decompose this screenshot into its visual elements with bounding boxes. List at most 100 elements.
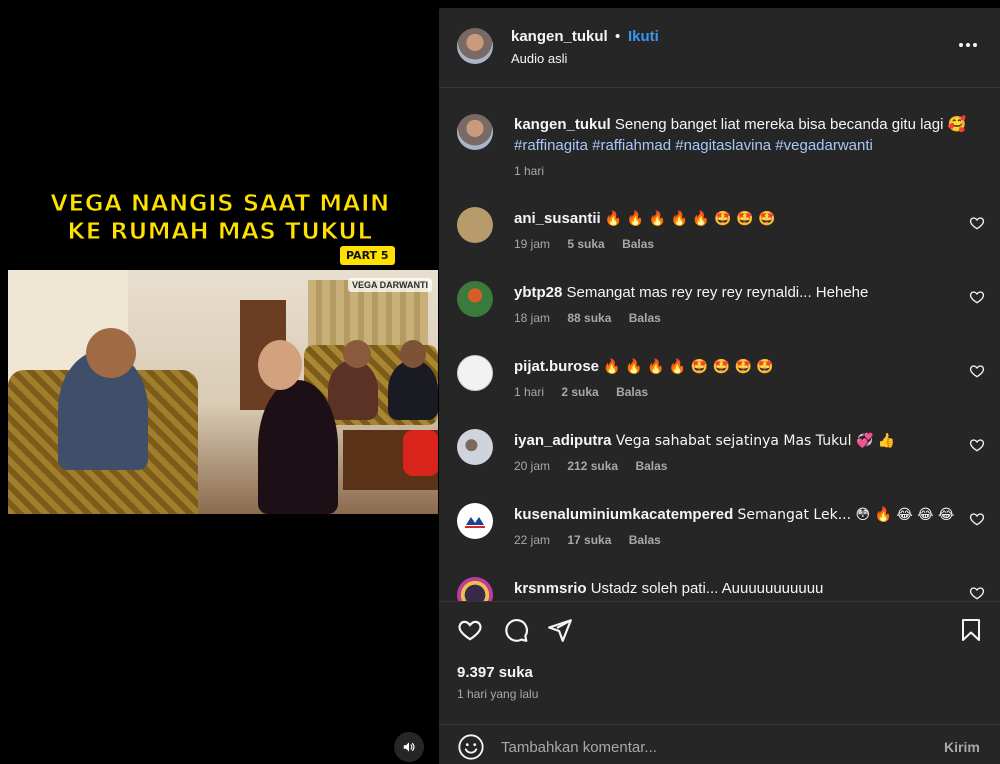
emoji-button[interactable] bbox=[457, 733, 485, 761]
comment-icon bbox=[505, 619, 528, 642]
comment-body: Vega sahabat sejatinya Mas Tukul 💞 👍 bbox=[615, 433, 896, 449]
avatar[interactable] bbox=[457, 28, 493, 64]
comment-time: 22 jam bbox=[514, 533, 551, 547]
comment-text: kusenaluminiumkacatempered Semangat Lek.… bbox=[514, 505, 954, 525]
brand-logo-icon bbox=[465, 517, 485, 528]
comment-time: 18 jam bbox=[514, 311, 551, 325]
post-header: kangen_tukul • Ikuti Audio asli bbox=[439, 8, 1000, 88]
caption-avatar[interactable] bbox=[457, 114, 493, 150]
comment-likes[interactable]: 17 suka bbox=[567, 533, 611, 547]
media-viewer[interactable]: VEGA NANGIS SAAT MAIN KE RUMAH MAS TUKUL… bbox=[0, 0, 439, 764]
comment-meta: 18 jam 88 suka Balas bbox=[514, 311, 675, 325]
comment-text: ani_susantii 🔥 🔥 🔥 🔥 🔥 🤩 🤩 🤩 bbox=[514, 209, 954, 229]
comment-item: ybtp28 Semangat mas rey rey rey reynaldi… bbox=[439, 281, 1000, 355]
comment-avatar[interactable] bbox=[457, 503, 493, 539]
comment-item: iyan_adiputra Vega sahabat sejatinya Mas… bbox=[439, 429, 1000, 503]
caption-username[interactable]: kangen_tukul bbox=[514, 116, 611, 133]
comment-username[interactable]: kusenaluminiumkacatempered bbox=[514, 506, 733, 523]
comment-likes[interactable]: 2 suka bbox=[561, 385, 598, 399]
comment-body: Semangat mas rey rey rey reynaldi... Heh… bbox=[566, 284, 869, 301]
comment-avatar[interactable] bbox=[457, 577, 493, 601]
caption-time: 1 hari bbox=[514, 164, 545, 178]
frame-person bbox=[388, 360, 438, 420]
comment-meta: 1 hari 2 suka Balas bbox=[514, 385, 662, 399]
video-watermark: VEGA DARWANTI bbox=[348, 278, 433, 292]
comment-username[interactable]: krsnmsrio bbox=[514, 580, 587, 597]
header-username[interactable]: kangen_tukul bbox=[511, 28, 608, 45]
comment-avatar[interactable] bbox=[457, 281, 493, 317]
post-time: 1 hari yang lalu bbox=[457, 687, 539, 701]
audio-toggle-button[interactable] bbox=[394, 732, 424, 762]
comment-likes[interactable]: 88 suka bbox=[567, 311, 611, 325]
send-icon bbox=[548, 619, 572, 642]
comment-body: 🔥 🔥 🔥 🔥 🤩 🤩 🤩 🤩 bbox=[603, 359, 774, 375]
more-horizontal-icon bbox=[959, 43, 977, 47]
part-badge: PART 5 bbox=[340, 246, 395, 265]
comment-time: 1 hari bbox=[514, 385, 545, 399]
frame-person-head bbox=[258, 340, 302, 390]
video-frame[interactable]: VEGA DARWANTI bbox=[8, 270, 438, 514]
follow-button[interactable]: Ikuti bbox=[628, 28, 659, 45]
add-comment-bar: Kirim bbox=[439, 724, 1000, 764]
save-button[interactable] bbox=[956, 615, 986, 645]
comment-username[interactable]: iyan_adiputra bbox=[514, 432, 612, 449]
like-button[interactable] bbox=[455, 615, 485, 645]
bookmark-icon bbox=[962, 619, 980, 641]
frame-person-head bbox=[343, 340, 371, 368]
comment-button[interactable] bbox=[501, 615, 531, 645]
frame-person bbox=[328, 360, 378, 420]
comment-avatar[interactable] bbox=[457, 429, 493, 465]
reply-button[interactable]: Balas bbox=[635, 459, 667, 473]
post-actions: 9.397 suka 1 hari yang lalu bbox=[439, 601, 1000, 741]
reply-button[interactable]: Balas bbox=[629, 311, 661, 325]
comment-text: krsnmsrio Ustadz soleh pati... Auuuuuuuu… bbox=[514, 579, 954, 599]
caption-hashtags[interactable]: #raffinagita #raffiahmad #nagitaslavina … bbox=[514, 137, 873, 154]
reply-button[interactable]: Balas bbox=[629, 533, 661, 547]
frame-person-head bbox=[400, 340, 426, 368]
video-title-line-1: VEGA NANGIS SAAT MAIN bbox=[50, 191, 390, 218]
post-caption: kangen_tukul Seneng banget liat mereka b… bbox=[514, 114, 984, 156]
audio-label[interactable]: Audio asli bbox=[511, 51, 567, 66]
comment-heart-icon[interactable] bbox=[969, 585, 985, 601]
comment-meta: 19 jam 5 suka Balas bbox=[514, 237, 668, 251]
smiley-icon bbox=[458, 734, 484, 760]
comment-username[interactable]: ani_susantii bbox=[514, 210, 601, 227]
comment-time: 19 jam bbox=[514, 237, 551, 251]
post-comment-button[interactable]: Kirim bbox=[944, 739, 980, 755]
comment-body: 🔥 🔥 🔥 🔥 🔥 🤩 🤩 🤩 bbox=[604, 211, 776, 227]
comment-likes[interactable]: 5 suka bbox=[567, 237, 604, 251]
comment-likes[interactable]: 212 suka bbox=[567, 459, 618, 473]
comment-username[interactable]: ybtp28 bbox=[514, 284, 562, 301]
comment-item: ani_susantii 🔥 🔥 🔥 🔥 🔥 🤩 🤩 🤩 19 jam 5 su… bbox=[439, 207, 1000, 281]
comment-heart-icon[interactable] bbox=[969, 511, 985, 527]
comment-username[interactable]: pijat.burose bbox=[514, 358, 599, 375]
more-options-button[interactable] bbox=[951, 32, 985, 58]
comment-text: iyan_adiputra Vega sahabat sejatinya Mas… bbox=[514, 431, 954, 451]
header-separator: • bbox=[615, 28, 621, 45]
comments-list[interactable]: kangen_tukul Seneng banget liat mereka b… bbox=[439, 89, 1000, 601]
share-button[interactable] bbox=[545, 615, 575, 645]
comment-avatar[interactable] bbox=[457, 355, 493, 391]
video-title: VEGA NANGIS SAAT MAIN KE RUMAH MAS TUKUL bbox=[10, 190, 430, 246]
reply-button[interactable]: Balas bbox=[616, 385, 648, 399]
video-title-line-2: KE RUMAH MAS TUKUL bbox=[67, 219, 373, 246]
heart-icon bbox=[458, 620, 482, 641]
speaker-icon bbox=[403, 742, 415, 752]
comment-heart-icon[interactable] bbox=[969, 363, 985, 379]
post-panel: kangen_tukul • Ikuti Audio asli kangen_t… bbox=[439, 8, 1000, 764]
reply-button[interactable]: Balas bbox=[622, 237, 654, 251]
comment-heart-icon[interactable] bbox=[969, 437, 985, 453]
comment-meta: 20 jam 212 suka Balas bbox=[514, 459, 681, 473]
frame-red-bag bbox=[403, 430, 438, 476]
frame-person bbox=[258, 380, 338, 514]
comment-body: Semangat Lek... 😳 🔥 😂 😂 😂 bbox=[737, 507, 954, 523]
comment-meta: 22 jam 17 suka Balas bbox=[514, 533, 675, 547]
comment-avatar[interactable] bbox=[457, 207, 493, 243]
comment-time: 20 jam bbox=[514, 459, 551, 473]
comment-input[interactable] bbox=[501, 734, 921, 760]
likes-count[interactable]: 9.397 suka bbox=[457, 664, 533, 681]
comment-item: pijat.burose 🔥 🔥 🔥 🔥 🤩 🤩 🤩 🤩 1 hari 2 su… bbox=[439, 355, 1000, 429]
caption-text: Seneng banget liat mereka bisa becanda g… bbox=[614, 116, 967, 133]
comment-heart-icon[interactable] bbox=[969, 289, 985, 305]
comment-heart-icon[interactable] bbox=[969, 215, 985, 231]
